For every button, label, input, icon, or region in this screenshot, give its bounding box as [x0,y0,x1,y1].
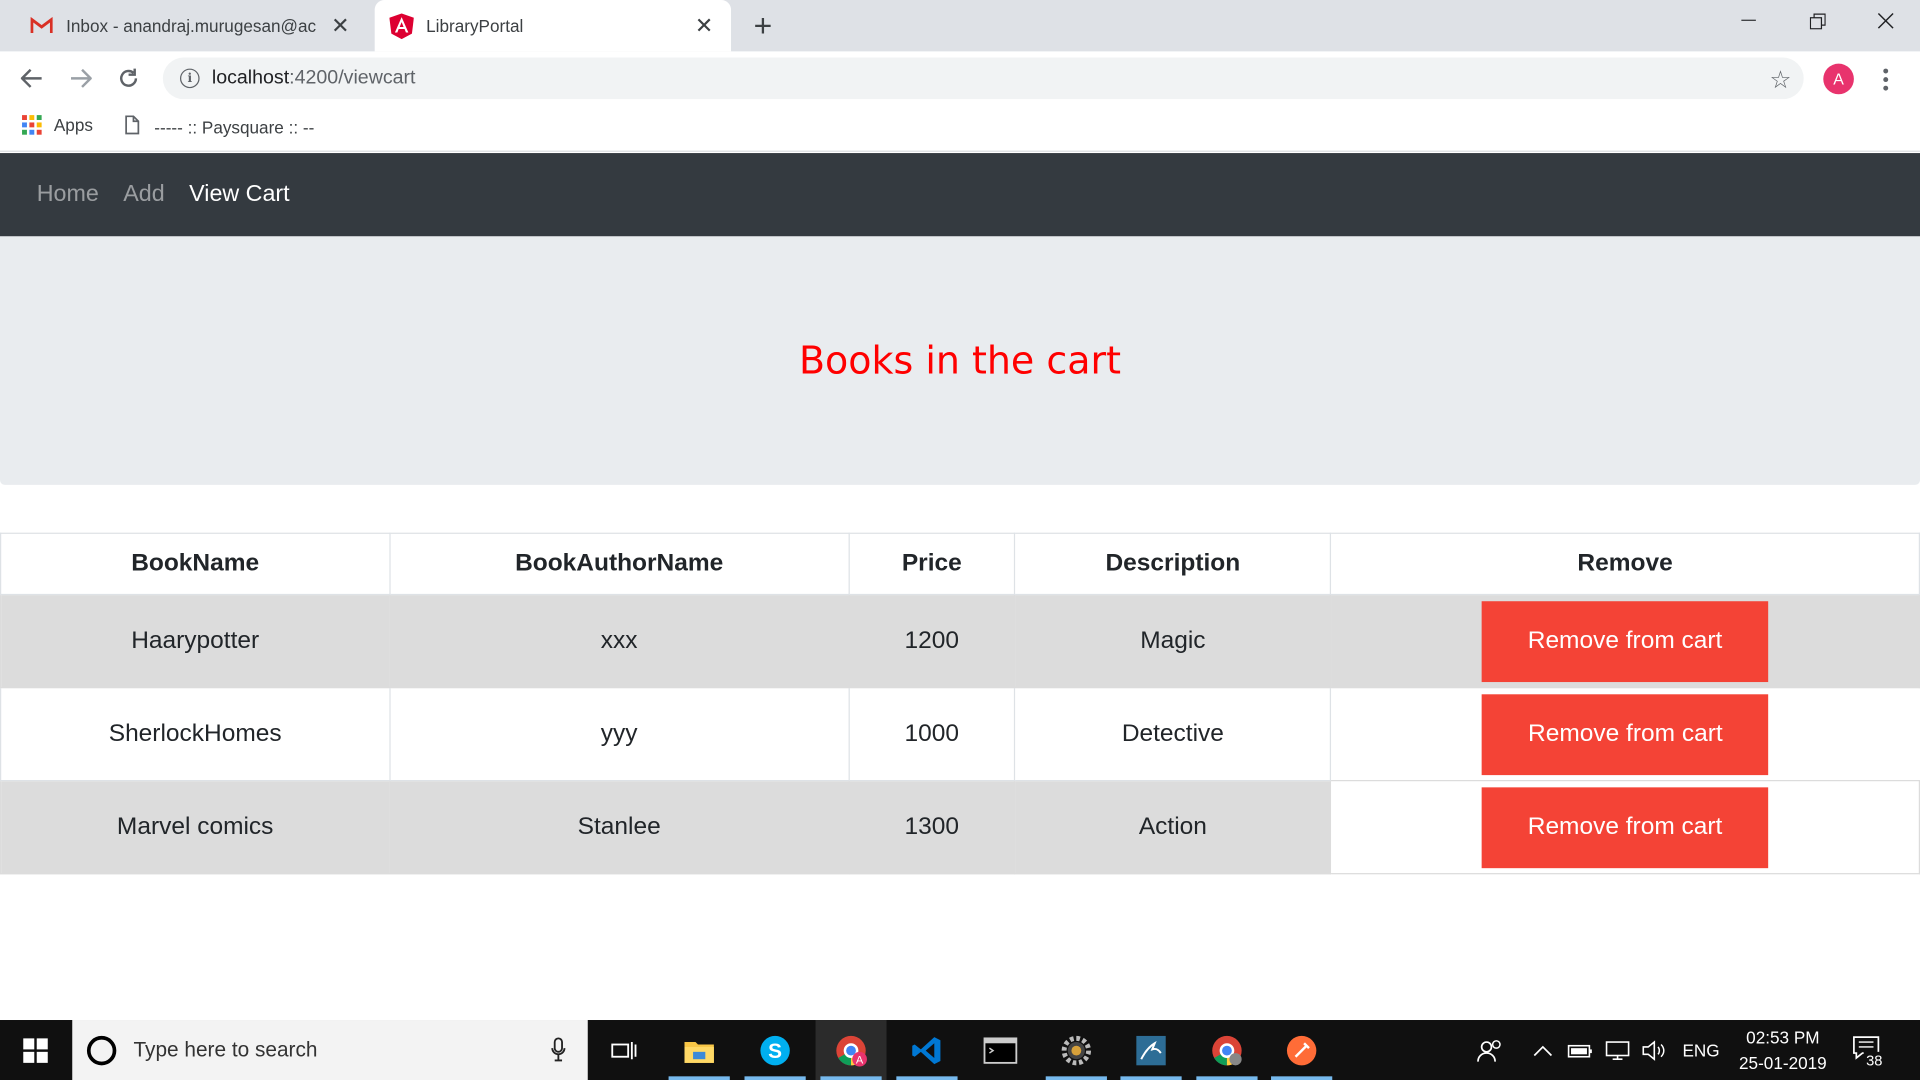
clock-date: 25-01-2019 [1739,1053,1827,1073]
bookmark-label: Apps [53,115,93,135]
chevron-up-icon[interactable] [1533,1020,1553,1080]
windows-start-icon[interactable] [0,1020,71,1080]
search-placeholder: Type here to search [133,1037,318,1062]
bookmark-paysquare[interactable]: ----- :: Paysquare :: -- [125,115,314,138]
address-bar[interactable]: i localhost:4200/viewcart ☆ [162,57,1804,100]
browser-toolbar: i localhost:4200/viewcart ☆ A [0,51,1920,106]
people-icon[interactable] [1477,1020,1504,1080]
taskbar-search-box[interactable]: Type here to search [72,1020,588,1080]
page-title: Books in the cart [799,338,1121,383]
notification-count-badge: 38 [1863,1051,1885,1069]
vscode-icon[interactable] [891,1020,962,1080]
cell-description: Magic [1014,593,1332,689]
microphone-icon[interactable] [551,1037,566,1068]
remove-from-cart-button[interactable]: Remove from cart [1482,693,1769,775]
cell-description: Action [1014,780,1332,875]
svg-text:S: S [768,1039,782,1062]
cart-table: BookName BookAuthorName Price Descriptio… [0,532,1920,875]
bookmark-star-icon[interactable]: ☆ [1769,65,1791,96]
angular-icon [389,12,414,39]
table-row: Haarypotter xxx 1200 Magic Remove from c… [0,593,1920,689]
jumbotron: Books in the cart [0,236,1920,485]
chrome-icon[interactable]: A [815,1020,887,1080]
reload-icon[interactable] [111,61,145,95]
table-header-row: BookName BookAuthorName Price Descriptio… [0,532,1920,596]
settings-gear-icon[interactable] [1041,1020,1112,1080]
page-icon [125,115,140,138]
clock-time: 02:53 PM [1746,1027,1820,1047]
network-icon[interactable] [1604,1020,1631,1080]
close-icon[interactable]: ✕ [689,11,718,40]
cell-remove: Remove from cart [1330,593,1920,689]
cell-author: xxx [389,593,850,689]
table-row: Marvel comics Stanlee 1300 Action Remove… [0,780,1920,875]
profile-avatar[interactable]: A [1823,63,1854,95]
tab-libraryportal[interactable]: LibraryPortal ✕ [374,0,732,52]
tab-title: LibraryPortal [426,15,524,36]
column-header-bookname: BookName [0,532,391,596]
back-icon[interactable] [15,61,49,95]
bookmarks-bar: Apps ----- :: Paysquare :: -- [0,105,1920,152]
mysql-workbench-icon[interactable] [1116,1020,1187,1080]
url-path: :4200/viewcart [289,67,416,89]
postman-icon[interactable] [1266,1020,1337,1080]
column-header-description: Description [1014,532,1332,596]
gmail-icon [29,13,53,37]
cortana-icon [86,1035,117,1065]
column-header-author: BookAuthorName [389,532,850,596]
cell-remove: Remove from cart [1331,688,1920,781]
battery-icon[interactable] [1567,1020,1594,1080]
info-icon[interactable]: i [180,68,200,89]
forward-icon[interactable] [64,61,98,95]
column-header-remove: Remove [1330,532,1920,596]
app-navbar: Home Add View Cart [0,153,1920,237]
cell-author: Stanlee [389,780,850,875]
column-header-price: Price [848,532,1016,596]
minimize-icon[interactable] [1714,0,1783,42]
url-host: localhost [211,67,290,89]
nav-add-link[interactable]: Add [123,181,164,208]
tab-gmail[interactable]: Inbox - anandraj.murugesan@ac ✕ [15,0,368,51]
tab-strip: Inbox - anandraj.murugesan@ac ✕ LibraryP… [0,0,1920,52]
cell-price: 1000 [848,686,1016,782]
svg-text:A: A [856,1054,864,1066]
nav-home-link[interactable]: Home [37,181,99,208]
task-view-icon[interactable] [589,1020,660,1080]
remove-from-cart-button[interactable]: Remove from cart [1481,600,1769,682]
volume-icon[interactable] [1641,1020,1665,1080]
menu-kebab-icon[interactable] [1873,64,1897,96]
bookmark-apps[interactable]: Apps [22,115,93,135]
cell-remove: Remove from cart [1330,780,1920,875]
chrome-icon[interactable] [1191,1020,1262,1080]
terminal-icon[interactable] [965,1020,1036,1080]
nav-view-cart-link[interactable]: View Cart [189,181,289,208]
cell-bookname: Haarypotter [0,593,391,689]
table-row: SherlockHomes yyy 1000 Detective Remove … [0,686,1920,782]
cell-price: 1200 [848,593,1016,689]
cell-description: Detective [1014,686,1332,782]
cell-price: 1300 [848,780,1016,875]
file-explorer-icon[interactable] [664,1020,735,1080]
apps-grid-icon [22,115,42,135]
skype-icon[interactable]: S [740,1020,811,1080]
new-tab-button[interactable]: + [744,7,781,44]
taskbar-clock[interactable]: 02:53 PM 25-01-2019 [1727,1025,1840,1076]
window-close-icon[interactable] [1851,0,1920,42]
cell-author: yyy [389,686,850,782]
restore-icon[interactable] [1783,0,1852,42]
bookmark-label: ----- :: Paysquare :: -- [154,116,315,137]
language-indicator[interactable]: ENG [1682,1020,1719,1080]
remove-from-cart-button[interactable]: Remove from cart [1481,786,1769,868]
windows-taskbar: Type here to search S A ENG 02:53 PM 25-… [0,1020,1920,1080]
cell-bookname: SherlockHomes [0,686,391,782]
cell-bookname: Marvel comics [0,780,391,875]
close-icon[interactable]: ✕ [326,11,355,40]
tab-title: Inbox - anandraj.murugesan@ac [66,15,317,36]
